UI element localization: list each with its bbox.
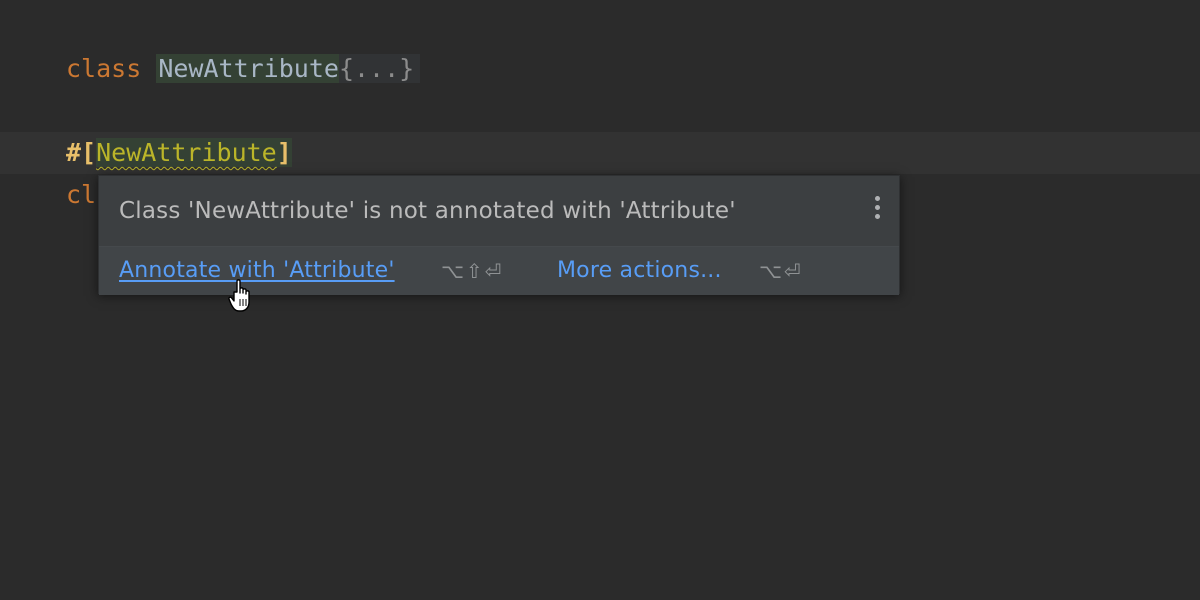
code-editor[interactable]: class NewAttribute{...} #[NewAttribute] … (0, 0, 1200, 600)
more-actions-shortcut-hint: ⌥⏎ (759, 259, 803, 283)
code-line-class-declaration[interactable]: class NewAttribute{...} (0, 48, 1200, 90)
popup-actions-bar: Annotate with 'Attribute' ⌥⇧⏎ More actio… (99, 246, 899, 295)
more-vertical-icon[interactable] (871, 196, 883, 226)
attribute-open-bracket: #[ (66, 138, 97, 167)
attribute-close-bracket: ] (276, 138, 292, 167)
popup-header: Class 'NewAttribute' is not annotated wi… (99, 176, 899, 246)
class-name[interactable]: NewAttribute (156, 54, 339, 83)
class-keyword: class (66, 54, 142, 83)
inspection-message: Class 'NewAttribute' is not annotated wi… (119, 198, 736, 224)
more-actions-link[interactable]: More actions... (557, 258, 722, 283)
attribute-name-warning[interactable]: NewAttribute (96, 138, 277, 167)
hand-pointer-icon (228, 279, 250, 312)
code-line-attribute[interactable]: #[NewAttribute] (0, 132, 1200, 174)
partial-keyword: cl (66, 180, 97, 209)
inspection-popup: Class 'NewAttribute' is not annotated wi… (98, 175, 900, 295)
annotate-shortcut-hint: ⌥⇧⏎ (441, 259, 504, 283)
folded-code-block[interactable]: {...} (338, 54, 421, 83)
